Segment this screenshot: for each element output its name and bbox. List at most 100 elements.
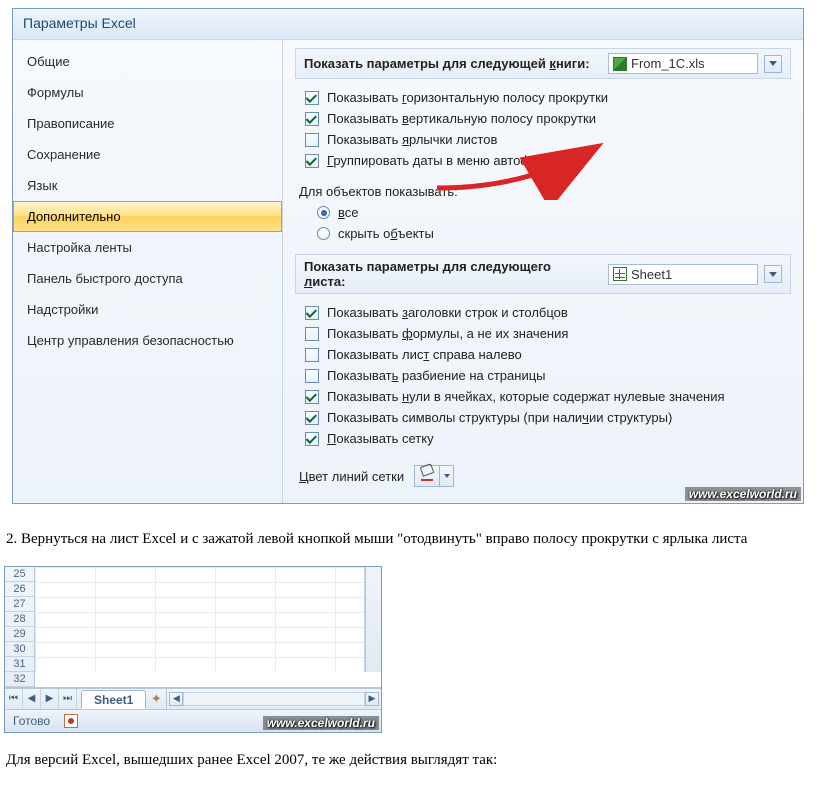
radio-label: скрыть объекты <box>338 226 434 241</box>
tab-nav-prev[interactable]: ◀ <box>23 689 41 709</box>
checkbox-icon <box>305 348 319 362</box>
checkbox-label: Показывать лист справа налево <box>327 347 522 362</box>
watermark: www.excelworld.ru <box>685 487 801 501</box>
checkbox-label: Показывать разбиение на страницы <box>327 368 546 383</box>
dialog-body: ОбщиеФормулыПравописаниеСохранениеЯзыкДо… <box>13 40 803 503</box>
xls-icon <box>613 57 627 71</box>
checkbox-label: Показывать вертикальную полосу прокрутки <box>327 111 596 126</box>
objects-radio-group: все скрыть объекты <box>295 202 791 244</box>
horizontal-scrollbar[interactable]: ◀ ▶ <box>166 689 381 709</box>
checkbox-option[interactable]: Показывать заголовки строк и столбцов <box>301 302 791 323</box>
sheet-section-label: Показать параметры для следующего листа: <box>304 259 596 289</box>
checkbox-option[interactable]: Показывать нули в ячейках, которые содер… <box>301 386 791 407</box>
sidebar-item-5[interactable]: Дополнительно <box>13 201 282 232</box>
checkbox-option[interactable]: Показывать вертикальную полосу прокрутки <box>301 108 791 129</box>
sheet-tab[interactable]: Sheet1 <box>81 690 146 709</box>
checkbox-icon <box>305 432 319 446</box>
sidebar-item-7[interactable]: Панель быстрого доступа <box>13 263 282 294</box>
checkbox-icon <box>305 369 319 383</box>
workbook-options: Показывать горизонтальную полосу прокрут… <box>295 87 791 171</box>
checkbox-label: Показывать нули в ячейках, которые содер… <box>327 389 725 404</box>
worksheet-icon <box>613 267 627 281</box>
sidebar-item-0[interactable]: Общие <box>13 46 282 77</box>
article-step-2: 2. Вернуться на лист Excel и с зажатой л… <box>0 512 816 558</box>
checkbox-option[interactable]: Показывать ярлычки листов <box>301 129 791 150</box>
cells-area[interactable] <box>35 567 365 672</box>
row-header[interactable]: 25 <box>5 567 34 582</box>
sidebar-item-6[interactable]: Настройка ленты <box>13 232 282 263</box>
checkbox-label: Группировать даты в меню автофильтра <box>327 153 572 168</box>
checkbox-label: Показывать сетку <box>327 431 434 446</box>
article-note: Для версий Excel, вышедших ранее Excel 2… <box>0 733 816 779</box>
checkbox-icon <box>305 154 319 168</box>
objects-subheader: Для объектов показывать: <box>295 181 791 202</box>
checkbox-label: Показывать горизонтальную полосу прокрут… <box>327 90 608 105</box>
checkbox-option[interactable]: Показывать разбиение на страницы <box>301 365 791 386</box>
macro-record-icon[interactable] <box>64 714 78 728</box>
options-content: Показать параметры для следующей книги: … <box>283 40 803 503</box>
gridline-color-picker[interactable] <box>414 465 454 487</box>
checkbox-label: Показывать формулы, а не их значения <box>327 326 568 341</box>
tab-nav-buttons: ⏮ ◀ ▶ ⏭ <box>5 689 77 709</box>
vertical-scrollbar[interactable] <box>365 567 381 672</box>
tab-nav-first[interactable]: ⏮ <box>5 689 23 709</box>
checkbox-option[interactable]: Показывать сетку <box>301 428 791 449</box>
sheet-options: Показывать заголовки строк и столбцов Пок… <box>295 302 791 449</box>
checkbox-option[interactable]: Показывать формулы, а не их значения <box>301 323 791 344</box>
row-header[interactable]: 28 <box>5 612 34 627</box>
sidebar-item-9[interactable]: Центр управления безопасностью <box>13 325 282 356</box>
workbook-section-label: Показать параметры для следующей книги: <box>304 56 590 71</box>
workbook-combo-dropdown[interactable] <box>764 55 782 73</box>
sheet-combo[interactable]: Sheet1 <box>608 264 758 285</box>
row-header[interactable]: 30 <box>5 642 34 657</box>
excel-options-dialog: Параметры Excel ОбщиеФормулыПравописание… <box>12 8 804 504</box>
sheet-combo-value: Sheet1 <box>631 267 672 282</box>
status-text: Готово <box>13 714 50 728</box>
tab-nav-next[interactable]: ▶ <box>41 689 59 709</box>
excel-sheet-screenshot: 2526272829303132 ⏮ ◀ ▶ ⏭ Sheet1 ✦ ◀ ▶ Го… <box>4 566 382 733</box>
checkbox-icon <box>305 91 319 105</box>
hscroll-left[interactable]: ◀ <box>169 692 183 706</box>
sidebar-item-3[interactable]: Сохранение <box>13 139 282 170</box>
row-header[interactable]: 27 <box>5 597 34 612</box>
gridline-color-label: Цвет линий сетки <box>299 469 404 484</box>
row-header[interactable]: 29 <box>5 627 34 642</box>
checkbox-option[interactable]: Показывать горизонтальную полосу прокрут… <box>301 87 791 108</box>
sidebar-item-2[interactable]: Правописание <box>13 108 282 139</box>
checkbox-icon <box>305 390 319 404</box>
checkbox-label: Показывать ярлычки листов <box>327 132 497 147</box>
row-header[interactable]: 31 <box>5 657 34 672</box>
checkbox-label: Показывать заголовки строк и столбцов <box>327 305 568 320</box>
hscroll-right[interactable]: ▶ <box>365 692 379 706</box>
options-sidebar: ОбщиеФормулыПравописаниеСохранениеЯзыкДо… <box>13 40 283 503</box>
radio-label: все <box>338 205 359 220</box>
sheet-combo-dropdown[interactable] <box>764 265 782 283</box>
radio-icon <box>317 206 330 219</box>
sidebar-item-8[interactable]: Надстройки <box>13 294 282 325</box>
checkbox-option[interactable]: Показывать символы структуры (при наличи… <box>301 407 791 428</box>
hscroll-track[interactable] <box>183 692 365 706</box>
worksheet-grid: 2526272829303132 <box>5 567 381 688</box>
checkbox-icon <box>305 133 319 147</box>
paint-bucket-icon <box>415 466 439 486</box>
watermark: www.excelworld.ru <box>263 716 379 730</box>
tab-nav-last[interactable]: ⏭ <box>59 689 77 709</box>
row-header[interactable]: 26 <box>5 582 34 597</box>
dialog-title: Параметры Excel <box>13 9 803 40</box>
checkbox-option[interactable]: Показывать лист справа налево <box>301 344 791 365</box>
sheet-tab-bar: ⏮ ◀ ▶ ⏭ Sheet1 ✦ ◀ ▶ <box>5 688 381 710</box>
sheet-section-header: Показать параметры для следующего листа:… <box>295 254 791 294</box>
row-headers: 2526272829303132 <box>5 567 35 687</box>
checkbox-icon <box>305 112 319 126</box>
checkbox-option[interactable]: Группировать даты в меню автофильтра <box>301 150 791 171</box>
checkbox-icon <box>305 306 319 320</box>
sidebar-item-1[interactable]: Формулы <box>13 77 282 108</box>
insert-sheet-icon[interactable]: ✦ <box>146 689 166 709</box>
workbook-section-header: Показать параметры для следующей книги: … <box>295 48 791 79</box>
radio-option[interactable]: скрыть объекты <box>313 223 791 244</box>
sidebar-item-4[interactable]: Язык <box>13 170 282 201</box>
radio-option[interactable]: все <box>313 202 791 223</box>
workbook-combo[interactable]: From_1C.xls <box>608 53 758 74</box>
row-header[interactable]: 32 <box>5 672 34 687</box>
checkbox-icon <box>305 411 319 425</box>
